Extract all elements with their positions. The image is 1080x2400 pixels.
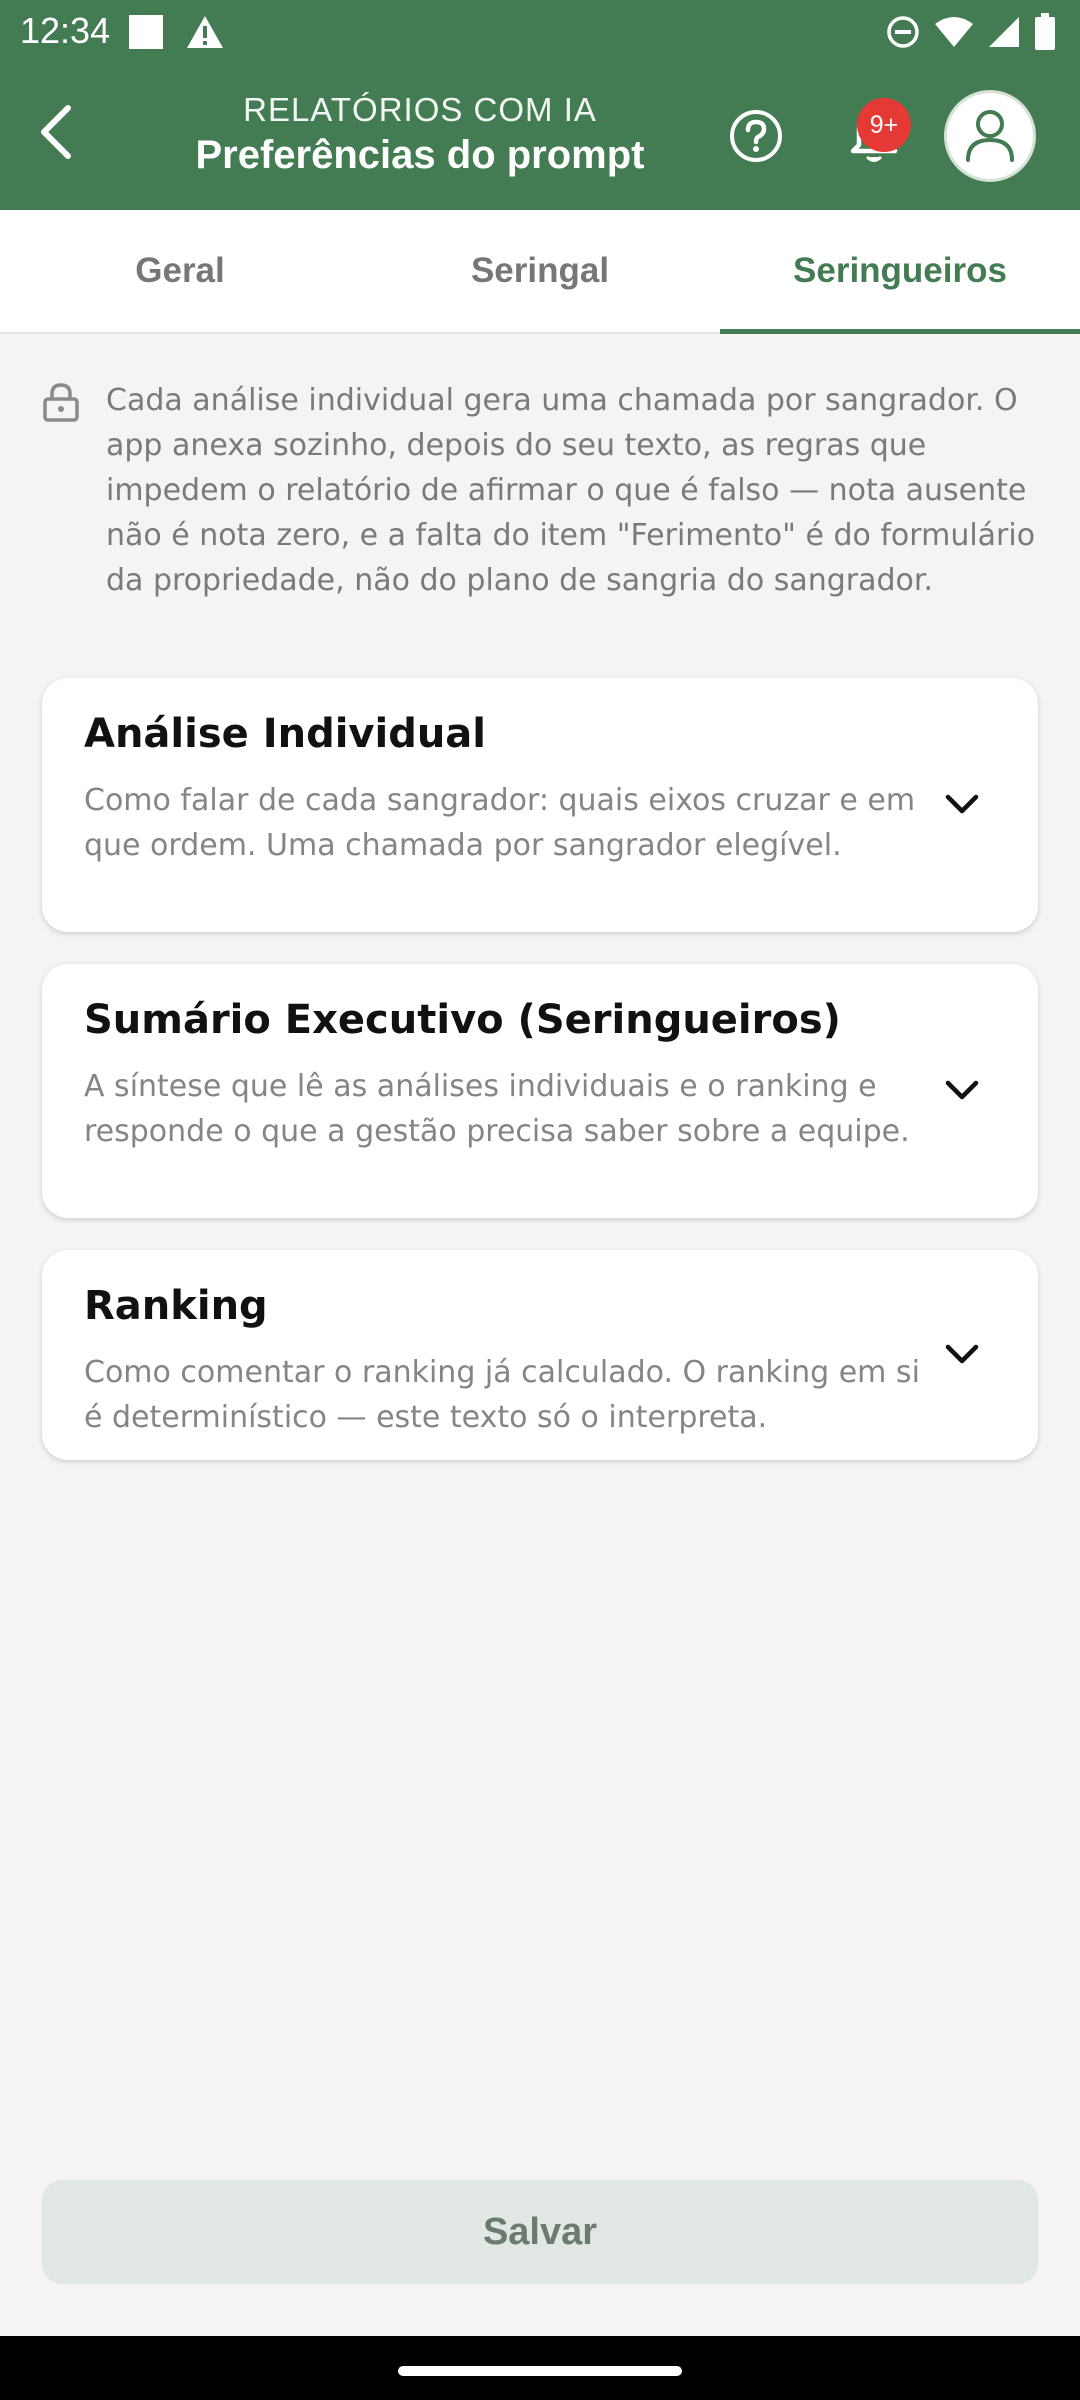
help-button[interactable] bbox=[720, 102, 792, 174]
card-sumario-executivo[interactable]: Sumário Executivo (Seringueiros) A sínte… bbox=[42, 964, 1038, 1218]
battery-icon bbox=[1034, 13, 1056, 51]
user-icon bbox=[964, 106, 1016, 166]
navigation-bar bbox=[0, 2336, 1080, 2400]
card-analise-individual[interactable]: Análise Individual Como falar de cada sa… bbox=[42, 678, 1038, 932]
header-overline: RELATÓRIOS COM IA bbox=[243, 91, 597, 128]
home-indicator[interactable] bbox=[398, 2366, 682, 2376]
app-header: RELATÓRIOS COM IA Preferências do prompt… bbox=[0, 62, 1080, 210]
tab-geral[interactable]: Geral bbox=[0, 210, 360, 332]
do-not-disturb-icon bbox=[886, 15, 920, 49]
wifi-icon bbox=[934, 16, 974, 48]
info-text: Cada análise individual gera uma chamada… bbox=[106, 383, 1036, 598]
tab-seringal[interactable]: Seringal bbox=[360, 210, 720, 332]
card-description: Como comentar o ranking já calculado. O … bbox=[84, 1355, 920, 1435]
notification-badge: 9+ bbox=[857, 98, 911, 152]
chevron-left-icon bbox=[36, 104, 76, 164]
help-icon bbox=[728, 108, 784, 168]
card-title: Ranking bbox=[84, 1283, 268, 1329]
back-button[interactable] bbox=[20, 98, 92, 170]
card-description: Como falar de cada sangrador: quais eixo… bbox=[84, 783, 916, 863]
tab-bar: Geral Seringal Seringueiros bbox=[0, 210, 1080, 334]
status-bar: 12:34 bbox=[0, 0, 1080, 62]
cellular-signal-icon bbox=[988, 16, 1020, 48]
avatar[interactable] bbox=[944, 90, 1036, 182]
top-bar: 12:34 RELATÓRIOS COM IA Preferências do … bbox=[0, 0, 1080, 210]
chevron-down-icon[interactable] bbox=[942, 785, 982, 825]
status-time: 12:34 bbox=[20, 10, 111, 51]
tab-seringueiros[interactable]: Seringueiros bbox=[720, 210, 1080, 334]
card-title: Análise Individual bbox=[84, 711, 487, 757]
square-notification-icon bbox=[128, 14, 164, 50]
lock-icon bbox=[42, 382, 80, 426]
card-description: A síntese que lê as análises individuais… bbox=[84, 1069, 910, 1149]
save-button[interactable]: Salvar bbox=[42, 2180, 1038, 2284]
chevron-down-icon[interactable] bbox=[942, 1071, 982, 1111]
card-title: Sumário Executivo (Seringueiros) bbox=[84, 997, 841, 1043]
header-titles: RELATÓRIOS COM IA Preferências do prompt bbox=[150, 90, 690, 180]
warning-icon bbox=[186, 15, 224, 49]
chevron-down-icon[interactable] bbox=[942, 1335, 982, 1375]
page-title: Preferências do prompt bbox=[195, 133, 645, 177]
card-ranking[interactable]: Ranking Como comentar o ranking já calcu… bbox=[42, 1250, 1038, 1460]
